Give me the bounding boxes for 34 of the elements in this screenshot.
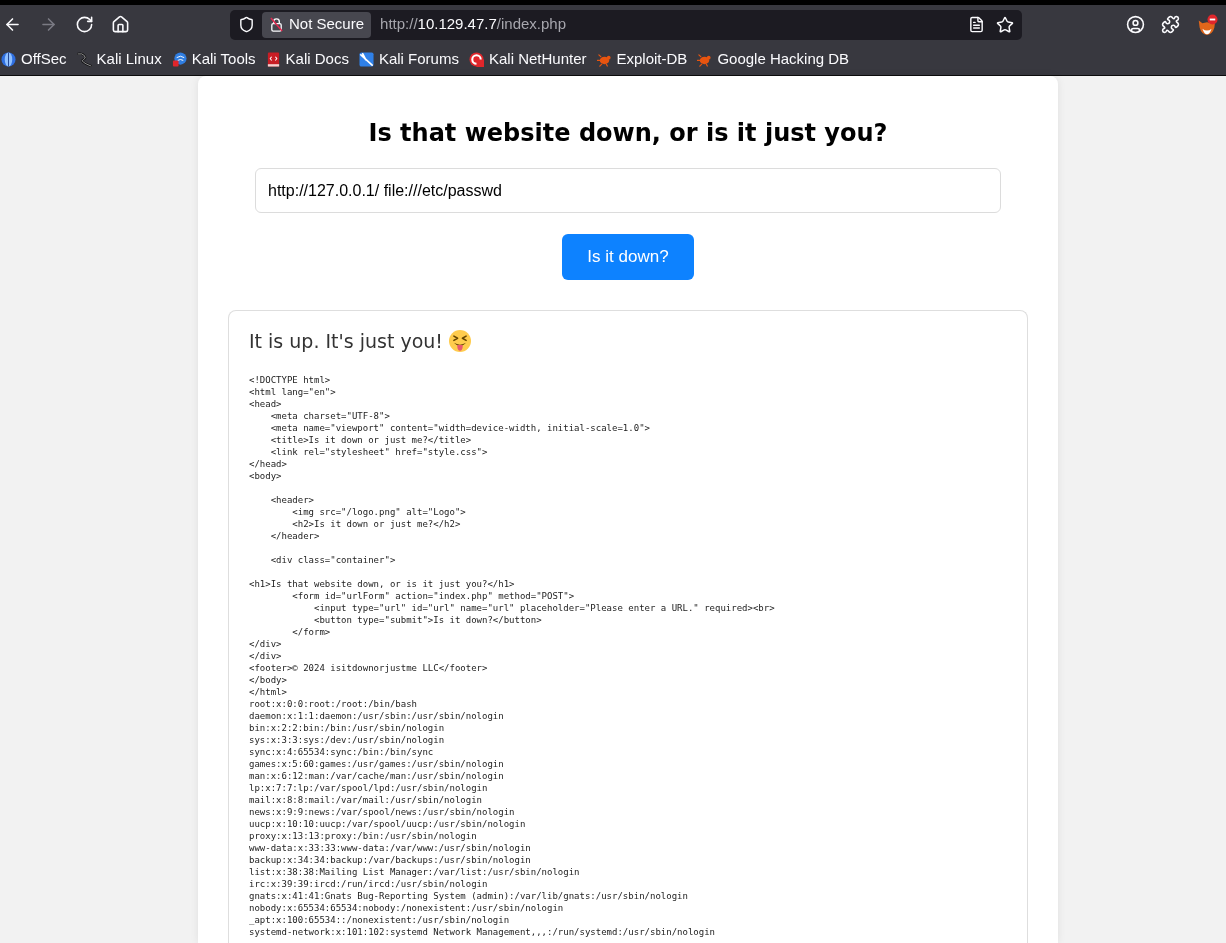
squiggle-icon (76, 52, 92, 67)
bookmark-item[interactable]: Kali Forums (357, 46, 468, 73)
round-logo-icon (171, 52, 187, 67)
tongue-face-icon (448, 330, 471, 352)
bug-icon (697, 52, 713, 67)
address-bar[interactable]: Not Secure http://10.129.47.7/index.php (230, 9, 1022, 40)
reload-icon (74, 15, 94, 34)
bug-icon (596, 52, 612, 67)
square-logo-icon (358, 52, 374, 67)
bookmark-item[interactable]: OffSec (0, 46, 76, 73)
account-icon[interactable] (1126, 15, 1145, 34)
sphere-icon (1, 52, 16, 67)
home-icon (110, 15, 130, 34)
url-text: http://10.129.47.7/index.php (380, 14, 567, 35)
bookmark-item[interactable]: Kali Docs (264, 46, 358, 73)
bookmark-item[interactable]: Kali NetHunter (467, 46, 596, 73)
ring-logo-icon (468, 52, 484, 67)
bookmark-item[interactable]: Kali Tools (170, 46, 265, 73)
book-icon (265, 52, 281, 67)
site-info-button[interactable]: Not Secure (262, 11, 372, 38)
document-icon[interactable] (968, 16, 985, 33)
result-message: It is up. It's just you! (249, 329, 443, 354)
lock-slash-icon (269, 17, 284, 32)
bookmark-item[interactable]: Kali Linux (75, 46, 171, 73)
bookmark-item[interactable]: Exploit-DB (595, 46, 697, 73)
submit-button[interactable]: Is it down? (562, 234, 694, 280)
shield-icon[interactable] (238, 16, 255, 33)
url-input[interactable]: http://127.0.0.1/ file:///etc/passwd (255, 168, 1001, 213)
page-heading: Is that website down, or is it just you? (367, 118, 889, 149)
bookmark-item[interactable]: Google Hacking DB (696, 46, 859, 73)
response-output: <!DOCTYPE html> <html lang="en"> <head> <meta charset="UTF-8"> <meta name="viewport" content="width=device-width, initial-scale=1.0"> <title>Is it down or just me?</title> <link rel="stylesheet" href="style.css"> </head> <body> <header> <img src="/logo.png" alt="Logo"> <h2>Is it down or just me?</h2> </header> <div class="container"> <h1>Is that website down, or is it just you?</h1> <form id="urlForm" action="index.php" method="POST"> <input type="url" id="url" name="url" placeholder="Please enter a URL." required><br> <button type="submit">Is it down?</button> </form> </div> </div> <footer>© 2024 isitdownorjustme LLC</footer> </body> </html> root:x:0:0:root:/root:/bin/bash daemon:x:1:1:daemon:/usr/sbin:/usr/sbin/nologin bin:x:2:2:bin:/bin:/usr/sbin/nologin sys:x:3:3:sys:/dev:/usr/sbin/nologin sync:x:4:65534:sync:/bin:/bin/sync games:x:5:60:games:/usr/games:/usr/sbin/nologin man:x:6:12:man:/var/cache/man:/usr/sbin/nologin lp:x:7:7:lp:/var/spool/lpd:/usr/sbin/nologin mail:x:8:8:mail:/var/mail:/usr/sbin/nologin news:x:9:9:news:/var/spool/news:/usr/sbin/nologin uucp:x:10:10:uucp:/var/spool/uucp:/usr/sbin/nologin proxy:x:13:13:proxy:/bin:/usr/sbin/nologin www-data:x:33:33:www-data:/var/www:/usr/sbin/nologin backup:x:34:34:backup:/var/backups:/usr/sbin/nologin list:x:38:38:Mailing List Manager:/var/list:/usr/sbin/nologin irc:x:39:39:ircd:/run/ircd:/usr/sbin/nologin gnats:x:41:41:Gnats Bug-Reporting System (admin):/var/lib/gnats:/usr/sbin/nologin nobody:x:65534:65534:nobody:/nonexistent:/usr/sbin/nologin _apt:x:100:65534::/nonexistent:/usr/sbin/nologin systemd-network:x:101:102:systemd Network Management,,,:/run/systemd:/usr/sbin/nologin (249, 374, 776, 938)
fox-extension-icon[interactable] (1196, 13, 1218, 36)
star-icon[interactable] (996, 15, 1014, 34)
puzzle-icon[interactable] (1161, 15, 1180, 34)
